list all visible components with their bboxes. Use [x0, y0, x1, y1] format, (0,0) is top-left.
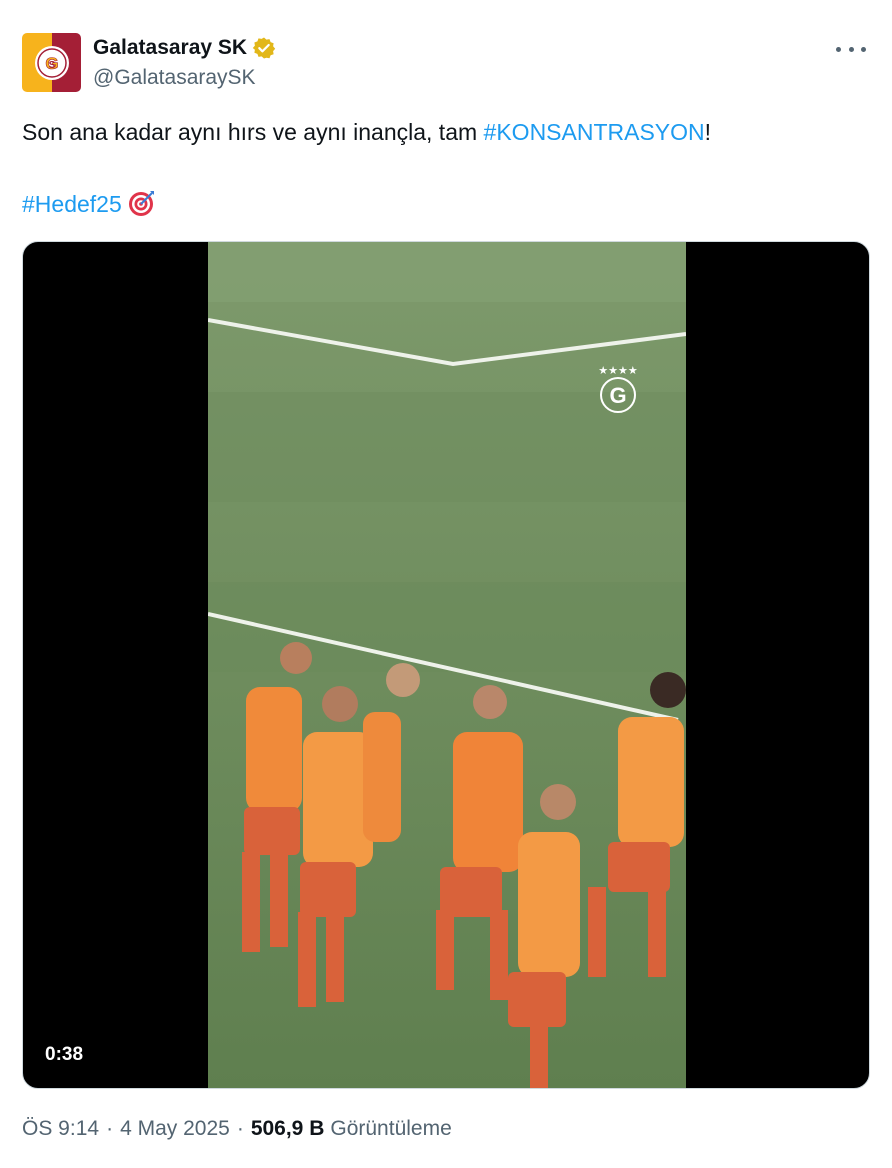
tweet-meta: ÖS 9:14 · 4 May 2025 · 506,9 B Görüntüle… — [22, 1117, 452, 1141]
tweet: G S Galatasaray SK @GalatasaraySK Son an… — [0, 0, 892, 1168]
svg-text:S: S — [48, 60, 55, 71]
tweet-text-before: Son ana kadar aynı hırs ve aynı inançla,… — [22, 119, 484, 145]
video-play-area[interactable] — [23, 242, 869, 1088]
tweet-text: Son ana kadar aynı hırs ve aynı inançla,… — [22, 117, 872, 219]
display-name[interactable]: Galatasaray SK — [93, 36, 247, 60]
tweet-time[interactable]: ÖS 9:14 — [22, 1117, 99, 1141]
account-names: Galatasaray SK @GalatasaraySK — [93, 35, 276, 90]
hashtag-hedef25[interactable]: #Hedef25 — [22, 191, 122, 217]
video-duration: 0:38 — [45, 1044, 84, 1065]
target-emoji-icon — [128, 189, 156, 217]
views-label: Görüntüleme — [330, 1117, 452, 1140]
video-player[interactable]: ★★★★ G 0:38 — [22, 241, 870, 1089]
tweet-text-after: ! — [704, 119, 712, 145]
more-options-icon[interactable] — [836, 39, 866, 59]
meta-separator: · — [106, 1117, 114, 1140]
tweet-header: G S Galatasaray SK @GalatasaraySK — [22, 33, 872, 95]
verified-badge-icon[interactable] — [252, 36, 276, 60]
tweet-date[interactable]: 4 May 2025 — [120, 1117, 230, 1141]
views-count[interactable]: 506,9 B — [251, 1117, 325, 1141]
avatar[interactable]: G S — [22, 33, 81, 92]
handle[interactable]: @GalatasaraySK — [93, 66, 276, 90]
meta-separator: · — [236, 1117, 244, 1140]
hashtag-konsantrasyon[interactable]: #KONSANTRASYON — [484, 119, 705, 145]
galatasaray-crest-icon: G S — [34, 45, 69, 80]
